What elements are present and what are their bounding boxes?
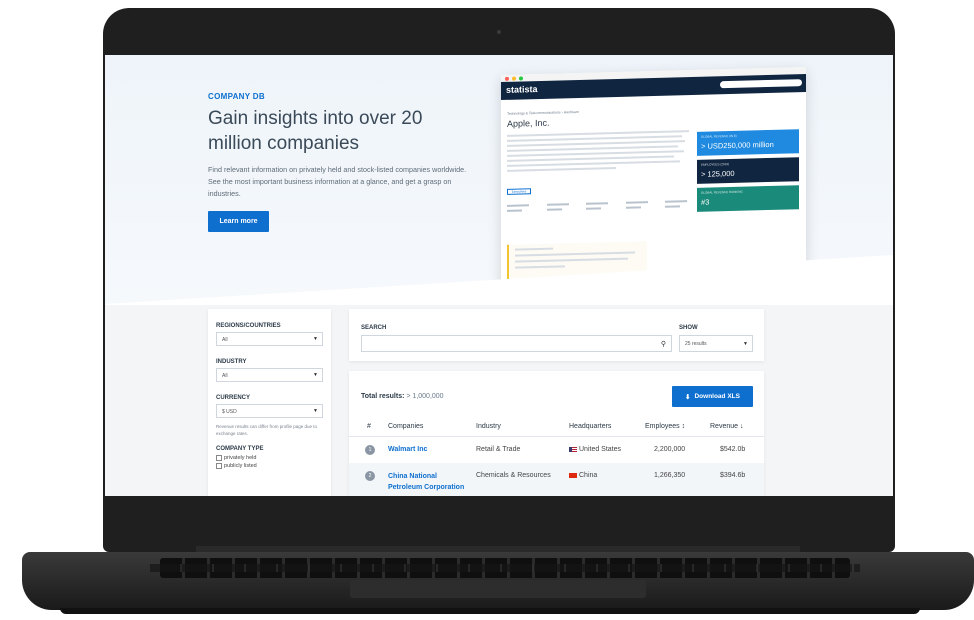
search-icon[interactable]: ⚲ bbox=[661, 340, 666, 348]
mock-company-title: Apple, Inc. bbox=[507, 117, 550, 129]
card-label: GLOBAL REVENUE RANKING bbox=[701, 189, 743, 195]
currency-value: $ USD bbox=[222, 409, 237, 415]
industry-cell: Retail & Trade bbox=[476, 446, 521, 453]
total-label: Total results: bbox=[361, 393, 405, 400]
webcam bbox=[497, 30, 501, 34]
results-panel: Total results: > 1,000,000 ⬇ Download XL… bbox=[349, 371, 764, 496]
caret-down-icon: ▼ bbox=[313, 336, 318, 342]
keyboard-row bbox=[150, 564, 860, 572]
col-rank: # bbox=[367, 423, 371, 430]
currency-note: Revenue results can differ from profile … bbox=[216, 424, 317, 436]
col-industry[interactable]: Industry bbox=[476, 423, 501, 430]
search-panel: SEARCH SHOW ⚲ 25 results ▼ bbox=[349, 309, 764, 361]
currency-select[interactable]: $ USD ▼ bbox=[216, 404, 323, 418]
table-row[interactable]: 2 China National Petroleum Corporation C… bbox=[349, 463, 764, 496]
col-headquarters[interactable]: Headquarters bbox=[569, 423, 611, 430]
card-value: > USD250,000 million bbox=[701, 139, 774, 151]
rank-badge: 1 bbox=[365, 445, 375, 455]
search-input[interactable]: ⚲ bbox=[361, 335, 672, 352]
filter-panel: REGIONS/COUNTRIES All ▼ INDUSTRY All ▼ C… bbox=[208, 309, 331, 496]
download-xls-button[interactable]: ⬇ Download XLS bbox=[672, 386, 753, 407]
learn-more-button[interactable]: Learn more bbox=[208, 211, 269, 232]
laptop-foot bbox=[60, 608, 920, 614]
checkbox-label: publicly listed bbox=[224, 463, 257, 469]
industry-value: All bbox=[222, 373, 228, 379]
us-flag-icon bbox=[569, 446, 577, 452]
card-value: #3 bbox=[701, 197, 710, 207]
laptop-screen: COMPANY DB Gain insights into over 20 mi… bbox=[105, 55, 893, 496]
china-flag-icon bbox=[569, 472, 577, 478]
mock-revenue-card: GLOBAL REVENUE (IN $) > USD250,000 milli… bbox=[697, 129, 799, 156]
mock-description bbox=[507, 130, 689, 175]
mock-employees-card: EMPLOYEES (2019) > 125,000 bbox=[697, 157, 799, 184]
card-label: EMPLOYEES (2019) bbox=[701, 162, 730, 167]
regions-select[interactable]: All ▼ bbox=[216, 332, 323, 346]
publicly-listed-checkbox[interactable]: publicly listed bbox=[216, 463, 323, 469]
regions-value: All bbox=[222, 337, 228, 343]
download-icon: ⬇ bbox=[685, 393, 691, 401]
checkbox-icon[interactable] bbox=[216, 463, 222, 469]
window-dot-icon bbox=[505, 76, 509, 81]
mock-search-field bbox=[720, 79, 802, 89]
mock-tag: Executives bbox=[507, 188, 531, 195]
col-revenue[interactable]: Revenue ↓ bbox=[710, 423, 743, 430]
mock-facts-row bbox=[507, 200, 687, 215]
company-type-label: COMPANY TYPE bbox=[216, 446, 264, 452]
card-value: > 125,000 bbox=[701, 168, 735, 179]
revenue-cell: $542.0b bbox=[720, 446, 746, 453]
checkbox-icon[interactable] bbox=[216, 455, 222, 461]
col-companies[interactable]: Companies bbox=[388, 423, 423, 430]
show-label: SHOW bbox=[679, 325, 698, 331]
hero-lead: Find relevant information on privately h… bbox=[208, 165, 467, 198]
employees-cell: 1,266,350 bbox=[654, 472, 686, 479]
hq-value: China bbox=[579, 472, 598, 479]
trackpad bbox=[350, 580, 646, 598]
revenue-cell: $394.6b bbox=[720, 472, 746, 479]
regions-label: REGIONS/COUNTRIES bbox=[216, 323, 281, 329]
show-results-select[interactable]: 25 results ▼ bbox=[679, 335, 753, 352]
industry-cell: Chemicals & Resources bbox=[476, 472, 551, 479]
search-label: SEARCH bbox=[361, 325, 387, 331]
table-row[interactable]: 1 Walmart Inc Retail & Trade United Stat… bbox=[349, 437, 764, 462]
hero-eyebrow: COMPANY DB bbox=[208, 92, 265, 101]
industry-select[interactable]: All ▼ bbox=[216, 368, 323, 382]
hq-cell: United States bbox=[569, 446, 621, 453]
industry-label: INDUSTRY bbox=[216, 359, 247, 365]
col-employees[interactable]: Employees ↕ bbox=[645, 423, 685, 430]
hq-cell: China bbox=[569, 472, 597, 479]
total-results: Total results: > 1,000,000 bbox=[361, 393, 444, 400]
results-table-header: # Companies Industry Headquarters Employ… bbox=[349, 415, 764, 437]
company-db-section: REGIONS/COUNTRIES All ▼ INDUSTRY All ▼ C… bbox=[105, 305, 893, 496]
total-value: > 1,000,000 bbox=[406, 393, 444, 400]
company-link[interactable]: Walmart Inc bbox=[388, 446, 427, 453]
window-dot-icon bbox=[512, 76, 516, 81]
caret-down-icon: ▼ bbox=[313, 408, 318, 414]
rank-badge: 2 bbox=[365, 471, 375, 481]
hq-value: United States bbox=[579, 446, 622, 453]
company-link[interactable]: China National Petroleum Corporation bbox=[388, 471, 472, 493]
privately-held-checkbox[interactable]: privately held bbox=[216, 455, 323, 461]
hero-section: COMPANY DB Gain insights into over 20 mi… bbox=[105, 55, 893, 325]
laptop-mockup: COMPANY DB Gain insights into over 20 mi… bbox=[0, 0, 974, 620]
checkbox-label: privately held bbox=[224, 455, 257, 461]
company-profile-preview: statista Technology & Telecommunications… bbox=[501, 67, 806, 293]
mock-ranking-card: GLOBAL REVENUE RANKING #3 bbox=[697, 185, 799, 212]
card-label: GLOBAL REVENUE (IN $) bbox=[701, 133, 737, 139]
caret-down-icon: ▼ bbox=[313, 372, 318, 378]
caret-down-icon: ▼ bbox=[743, 341, 748, 347]
show-value: 25 results bbox=[685, 341, 707, 347]
download-label: Download XLS bbox=[694, 393, 740, 400]
window-dot-icon bbox=[519, 75, 523, 81]
mock-breadcrumb: Technology & Telecommunications › Hardwa… bbox=[507, 109, 579, 116]
currency-label: CURRENCY bbox=[216, 395, 251, 401]
employees-cell: 2,200,000 bbox=[654, 446, 686, 453]
hero-title: Gain insights into over 20 million compa… bbox=[208, 108, 423, 154]
statista-logo: statista bbox=[506, 84, 538, 95]
